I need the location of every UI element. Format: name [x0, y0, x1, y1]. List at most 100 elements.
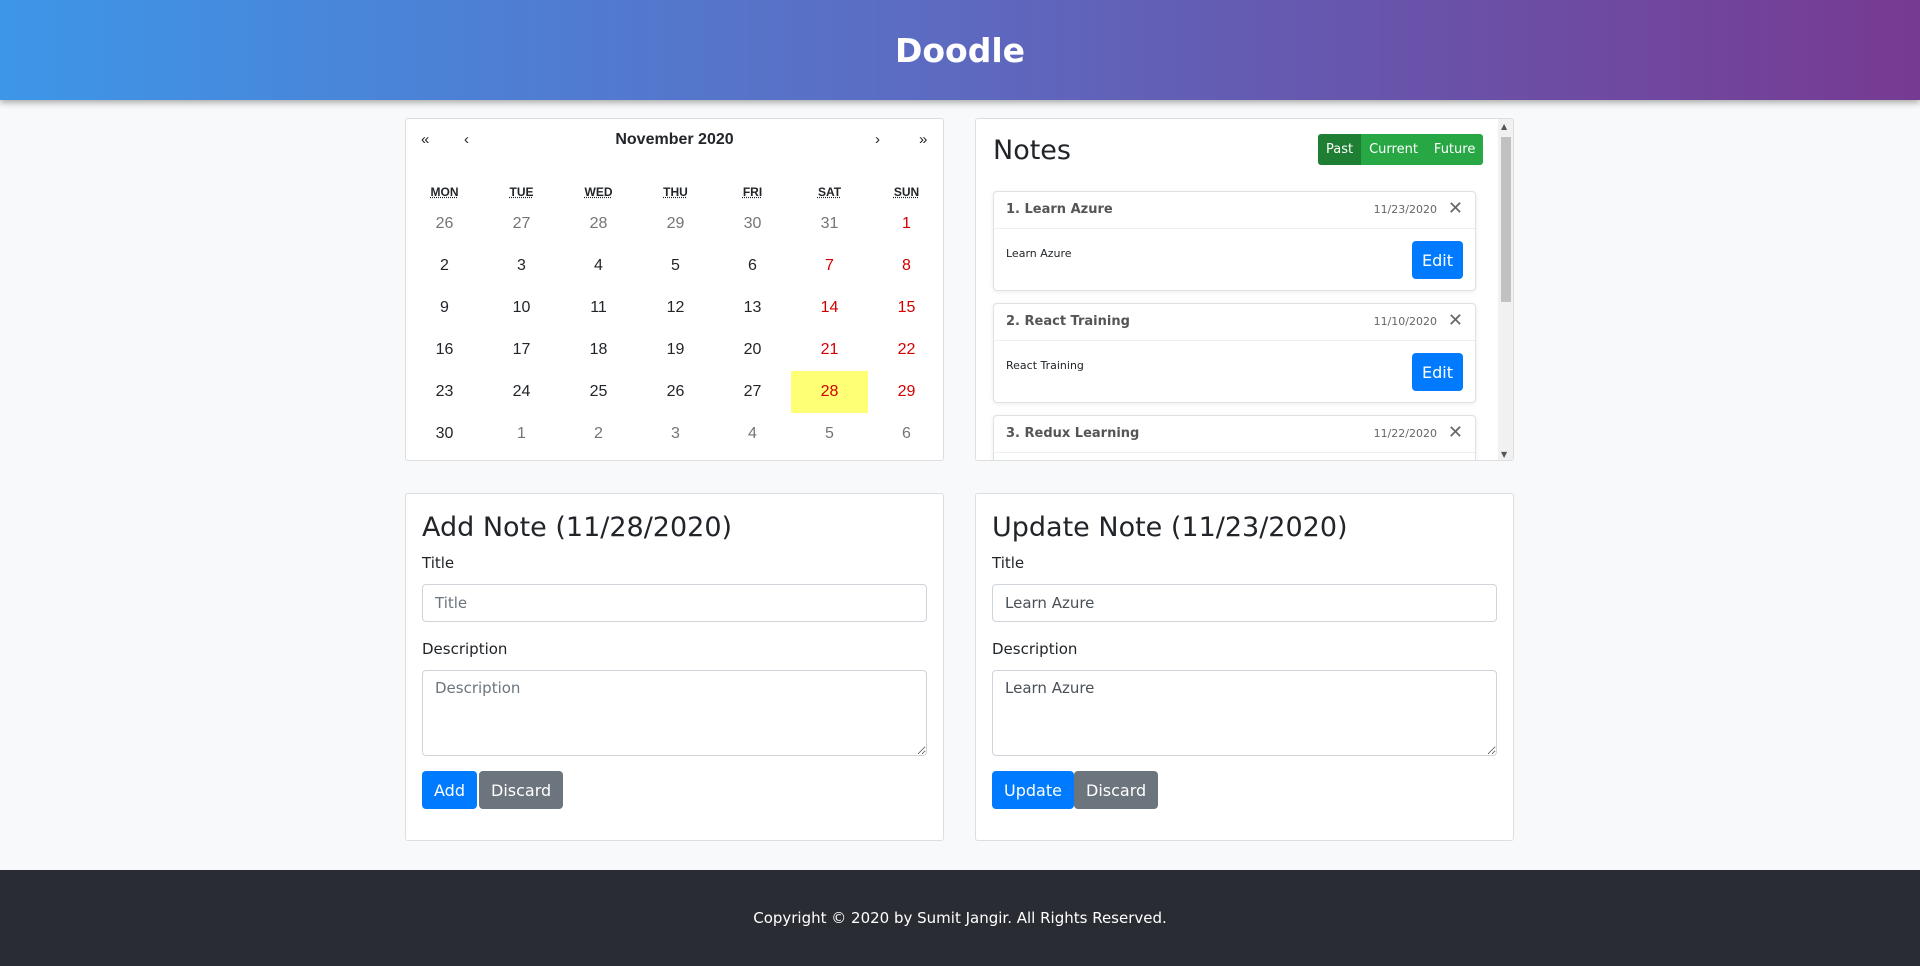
title-label: Title	[422, 554, 455, 572]
add-title-input[interactable]	[422, 584, 927, 622]
note-card: 2. React Training 11/10/2020 ✕ React Train…	[993, 303, 1476, 403]
calendar-day[interactable]: 10	[483, 287, 560, 329]
calendar-day[interactable]: 26	[406, 203, 483, 245]
note-date: 11/10/2020	[1373, 315, 1437, 328]
weekday-label: FRI	[742, 185, 763, 199]
calendar-day[interactable]: 3	[637, 413, 714, 455]
weekday-header: SAT	[791, 181, 868, 203]
calendar-day[interactable]: 20	[714, 329, 791, 371]
note-card: 3. Redux Learning 11/22/2020 ✕	[993, 415, 1476, 460]
calendar: « ‹ November 2020 › » MON TUE WED THU FRI SAT…	[405, 118, 944, 461]
discard-button[interactable]: Discard	[479, 771, 564, 809]
calendar-day[interactable]: 4	[714, 413, 791, 455]
calendar-day[interactable]: 9	[406, 287, 483, 329]
notes-filter-group: Past Current Future	[1318, 134, 1484, 165]
calendar-day[interactable]: 7	[791, 245, 868, 287]
calendar-day[interactable]: 24	[483, 371, 560, 413]
calendar-day[interactable]: 4	[560, 245, 637, 287]
edit-button[interactable]: Edit	[1412, 241, 1463, 279]
notes-scrollbar[interactable]: ▲ ▼	[1498, 119, 1513, 460]
update-title-input[interactable]	[992, 584, 1497, 622]
calendar-day[interactable]: 3	[483, 245, 560, 287]
close-icon[interactable]: ✕	[1448, 198, 1463, 219]
calendar-day[interactable]: 1	[483, 413, 560, 455]
add-note-heading: Add Note (11/28/2020)	[422, 512, 733, 543]
add-button[interactable]: Add	[422, 771, 477, 809]
close-icon[interactable]: ✕	[1448, 422, 1463, 443]
calendar-day[interactable]: 6	[868, 413, 945, 455]
weekday-header: THU	[637, 181, 714, 203]
add-description-input[interactable]	[422, 670, 927, 756]
calendar-day[interactable]: 30	[406, 413, 483, 455]
weekday-header: MON	[406, 181, 483, 203]
calendar-day[interactable]: 5	[637, 245, 714, 287]
footer: Copyright © 2020 by Sumit Jangir. All Ri…	[0, 870, 1920, 966]
calendar-navigation: « ‹ November 2020 › »	[406, 119, 943, 161]
weekday-label: SUN	[893, 185, 920, 199]
scrollbar-thumb[interactable]	[1501, 137, 1511, 302]
update-note-heading: Update Note (11/23/2020)	[992, 512, 1348, 543]
note-card: 1. Learn Azure 11/23/2020 ✕ Learn Azure Edi…	[993, 191, 1476, 291]
calendar-day[interactable]: 15	[868, 287, 945, 329]
calendar-day[interactable]: 26	[637, 371, 714, 413]
copyright-text: Copyright © 2020 by Sumit Jangir. All Ri…	[753, 909, 1167, 927]
calendar-day[interactable]: 29	[637, 203, 714, 245]
calendar-day[interactable]: 28	[791, 371, 868, 413]
note-title: 2. React Training	[1006, 314, 1130, 329]
calendar-day[interactable]: 14	[791, 287, 868, 329]
close-icon[interactable]: ✕	[1448, 310, 1463, 331]
calendar-day[interactable]: 27	[483, 203, 560, 245]
update-description-input[interactable]: Learn Azure	[992, 670, 1497, 756]
calendar-day[interactable]: 30	[714, 203, 791, 245]
filter-future-button[interactable]: Future	[1425, 134, 1484, 165]
filter-current-button[interactable]: Current	[1361, 134, 1426, 165]
note-title: 1. Learn Azure	[1006, 202, 1113, 217]
weekday-header: WED	[560, 181, 637, 203]
calendar-day[interactable]: 25	[560, 371, 637, 413]
calendar-day[interactable]: 6	[714, 245, 791, 287]
calendar-day[interactable]: 21	[791, 329, 868, 371]
calendar-day[interactable]: 22	[868, 329, 945, 371]
weekday-header: SUN	[868, 181, 945, 203]
description-label: Description	[422, 640, 508, 658]
edit-button[interactable]: Edit	[1412, 353, 1463, 391]
note-description: React Training	[1006, 359, 1084, 372]
weekday-label: SAT	[817, 185, 842, 199]
calendar-day[interactable]: 2	[406, 245, 483, 287]
calendar-day[interactable]: 19	[637, 329, 714, 371]
notes-panel: Notes Past Current Future 1. Learn Azure…	[975, 118, 1514, 461]
calendar-day[interactable]: 23	[406, 371, 483, 413]
calendar-day[interactable]: 11	[560, 287, 637, 329]
calendar-day[interactable]: 16	[406, 329, 483, 371]
weekday-header: TUE	[483, 181, 560, 203]
description-label: Description	[992, 640, 1078, 658]
app-title: Doodle	[894, 30, 1026, 70]
calendar-day[interactable]: 1	[868, 203, 945, 245]
scroll-up-arrow-icon[interactable]: ▲	[1501, 122, 1507, 131]
note-date: 11/23/2020	[1373, 203, 1437, 216]
calendar-day[interactable]: 5	[791, 413, 868, 455]
calendar-day[interactable]: 18	[560, 329, 637, 371]
calendar-day[interactable]: 29	[868, 371, 945, 413]
calendar-day[interactable]: 13	[714, 287, 791, 329]
calendar-day[interactable]: 31	[791, 203, 868, 245]
notes-title: Notes	[993, 135, 1071, 166]
scroll-down-arrow-icon[interactable]: ▼	[1501, 450, 1507, 459]
calendar-day[interactable]: 12	[637, 287, 714, 329]
weekday-label: MON	[430, 185, 459, 199]
weekday-label: TUE	[509, 185, 534, 199]
calendar-day[interactable]: 27	[714, 371, 791, 413]
calendar-day[interactable]: 8	[868, 245, 945, 287]
weekday-label: THU	[663, 185, 688, 199]
next-year-button[interactable]: »	[919, 131, 927, 148]
month-label[interactable]: November 2020	[406, 131, 943, 149]
filter-past-button[interactable]: Past	[1318, 134, 1362, 165]
discard-button[interactable]: Discard	[1074, 771, 1159, 809]
note-date: 11/22/2020	[1373, 427, 1437, 440]
update-button[interactable]: Update	[992, 771, 1074, 809]
next-month-button[interactable]: ›	[875, 131, 880, 148]
calendar-day[interactable]: 28	[560, 203, 637, 245]
calendar-day[interactable]: 2	[560, 413, 637, 455]
calendar-day[interactable]: 17	[483, 329, 560, 371]
add-note-form: Add Note (11/28/2020) Title Description …	[405, 493, 944, 841]
